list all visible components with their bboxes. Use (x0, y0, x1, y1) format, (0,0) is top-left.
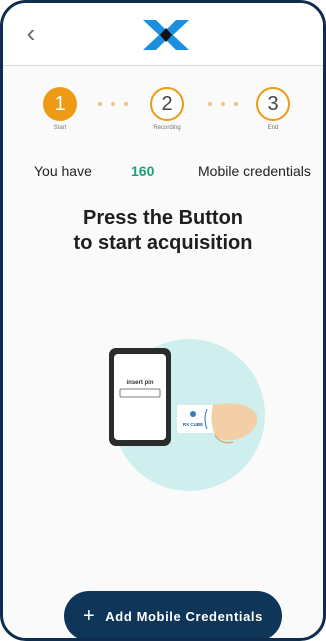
step-1-number: 1 (54, 92, 66, 115)
step-3-number: 3 (267, 92, 279, 115)
step-2-circle: 2 (150, 87, 184, 121)
plus-icon: + (83, 605, 96, 627)
credentials-suffix: Mobile credentials (198, 163, 311, 179)
progress-stepper: 1 Start 2 Recording 3 End (3, 83, 323, 143)
step-3-circle: 3 (256, 87, 290, 121)
card-logo-dot (190, 411, 196, 417)
headline-line-2: to start acquisition (73, 232, 253, 254)
credentials-summary: You have 160 Mobile credentials (3, 163, 323, 185)
step-2-label: Recording (153, 125, 181, 131)
step-1-label: Start (53, 125, 67, 131)
step-connector-2 (208, 102, 238, 106)
back-button[interactable]: ‹ (17, 19, 45, 47)
headline-line-1: Press the Button (82, 207, 244, 229)
brand-logo-icon (143, 20, 189, 50)
card-text: RX CUBE (183, 422, 203, 427)
step-1-circle: 1 (43, 87, 77, 121)
phone-text: insert pin (126, 380, 153, 386)
add-mobile-credentials-label: Add Mobile Credentials (105, 608, 263, 624)
acquisition-illustration: insert pin RX CUBE (109, 339, 265, 491)
credentials-prefix: You have (34, 163, 92, 179)
step-connector-1 (98, 102, 128, 106)
add-mobile-credentials-button[interactable]: + Add Mobile Credentials (64, 591, 282, 638)
step-2-number: 2 (161, 92, 173, 115)
instruction-headline: Press the Button to start acquisition (3, 206, 323, 256)
credentials-count: 160 (131, 163, 155, 179)
top-app-bar: ‹ (3, 3, 323, 66)
step-3-label: End (267, 125, 279, 131)
chevron-left-icon: ‹ (26, 18, 36, 48)
app-frame: ‹ 1 Start 2 Recording 3 End You have 160… (0, 0, 326, 641)
